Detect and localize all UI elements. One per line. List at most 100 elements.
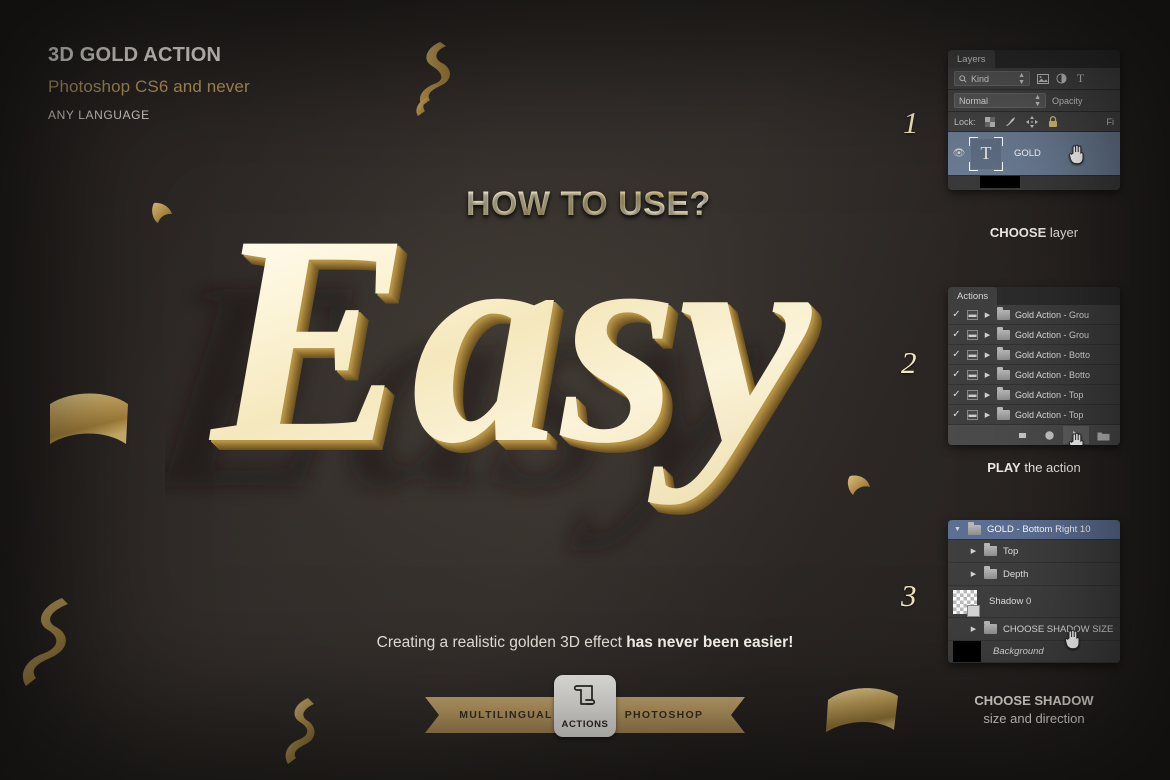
action-row[interactable]: ✓ ▬ ▶ Gold Action - Botto bbox=[948, 345, 1120, 365]
layers-lock-bar: Lock: Fi bbox=[948, 112, 1120, 132]
step-3-caption-bold: CHOOSE SHADOW bbox=[974, 693, 1094, 708]
layer-row-choose-shadow-size[interactable]: ▶ CHOOSE SHADOW SIZE bbox=[948, 618, 1120, 649]
chevron-right-icon[interactable]: ▶ bbox=[969, 570, 978, 578]
opacity-label: Opacity bbox=[1052, 95, 1083, 106]
move-lock-icon[interactable] bbox=[1026, 115, 1039, 128]
action-row[interactable]: ✓ ▬ ▶ Gold Action - Botto bbox=[948, 365, 1120, 385]
adjustment-icon[interactable] bbox=[1055, 72, 1068, 85]
tab-layers[interactable]: Layers bbox=[948, 50, 995, 68]
confetti-ribbon-bottom-left bbox=[22, 598, 68, 686]
layers-panel-tabstrip: Layers bbox=[948, 50, 1120, 68]
all-lock-icon[interactable] bbox=[1047, 115, 1060, 128]
folder-icon bbox=[997, 326, 1010, 340]
checkmark-icon[interactable]: ✓ bbox=[951, 389, 962, 400]
checkmark-icon[interactable]: ✓ bbox=[951, 349, 962, 360]
layer-row-background[interactable]: Background bbox=[948, 641, 1120, 663]
step-2-caption-light: the action bbox=[1020, 460, 1081, 475]
ribbon-right-band: PHOTOSHOP bbox=[595, 697, 745, 733]
action-row[interactable]: ✓ ▬ ▶ Gold Action - Grou bbox=[948, 305, 1120, 325]
header-block: 3D GOLD ACTION Photoshop CS6 and never A… bbox=[48, 44, 250, 122]
tab-actions[interactable]: Actions bbox=[948, 287, 998, 305]
eye-icon[interactable]: 👁 bbox=[952, 148, 966, 159]
chevron-right-icon[interactable]: ▶ bbox=[969, 547, 978, 555]
dialog-toggle-icon[interactable]: ▬ bbox=[967, 409, 978, 420]
folder-icon bbox=[997, 406, 1010, 420]
step-number-2: 2 bbox=[901, 345, 917, 380]
ribbon-left-band: MULTILINGUAL bbox=[425, 697, 575, 733]
record-icon[interactable] bbox=[1036, 426, 1062, 444]
layer-name: GOLD bbox=[1014, 148, 1041, 159]
type-icon[interactable]: T bbox=[1074, 71, 1087, 85]
action-name: Gold Action - Top bbox=[1015, 409, 1084, 420]
action-row[interactable]: ✓ ▬ ▶ Gold Action - Top bbox=[948, 405, 1120, 425]
play-icon[interactable] bbox=[1063, 426, 1089, 445]
chevron-right-icon[interactable]: ▶ bbox=[983, 331, 992, 339]
layer-row-shadow[interactable]: Shadow 0 bbox=[948, 586, 1120, 618]
layer-row-gold[interactable]: 👁 T GOLD bbox=[948, 132, 1120, 176]
chevron-down-icon[interactable]: ▼ bbox=[953, 526, 962, 533]
dialog-toggle-icon[interactable]: ▬ bbox=[967, 349, 978, 360]
checkmark-icon[interactable]: ✓ bbox=[951, 309, 962, 320]
step-1-caption-light: layer bbox=[1046, 225, 1079, 240]
action-row[interactable]: ✓ ▬ ▶ Gold Action - Top bbox=[948, 385, 1120, 405]
step-2-caption-bold: PLAY bbox=[987, 460, 1021, 475]
layer-row-top[interactable]: ▶ Top bbox=[948, 540, 1120, 563]
transparency-lock-icon[interactable] bbox=[984, 115, 997, 128]
transparent-thumbnail bbox=[953, 589, 980, 617]
actions-toolbar bbox=[948, 425, 1120, 445]
step-3-caption: CHOOSE SHADOW size and direction bbox=[948, 692, 1120, 727]
folder-icon bbox=[997, 366, 1010, 380]
new-folder-icon[interactable] bbox=[1090, 426, 1116, 444]
stepper-icon[interactable]: ▲ ▼ bbox=[1034, 94, 1041, 108]
confetti-ribbon-bottom-right bbox=[826, 688, 898, 732]
poster-canvas: Easy Easy Easy Easy Easy Easy Easy Easy … bbox=[0, 0, 1170, 780]
actions-panel-tabstrip: Actions bbox=[948, 287, 1120, 305]
checkmark-icon[interactable]: ✓ bbox=[951, 409, 962, 420]
chevron-right-icon[interactable]: ▶ bbox=[983, 391, 992, 399]
fill-label: Fi bbox=[1106, 116, 1115, 127]
confetti-ribbon-bottom-center bbox=[285, 698, 315, 764]
action-name: Gold Action - Grou bbox=[1015, 329, 1090, 340]
ribbon-left-label: MULTILINGUAL bbox=[459, 709, 553, 721]
action-name: Gold Action - Top bbox=[1015, 389, 1084, 400]
brush-lock-icon[interactable] bbox=[1005, 115, 1018, 128]
scroll-icon bbox=[573, 685, 596, 705]
tagline-bold: has never been easier! bbox=[626, 634, 794, 651]
layer-name: Top bbox=[1003, 545, 1019, 557]
chevron-right-icon[interactable]: ▶ bbox=[983, 411, 992, 419]
blend-mode-value: Normal bbox=[959, 95, 989, 106]
image-icon[interactable] bbox=[1036, 72, 1049, 85]
checkmark-icon[interactable]: ✓ bbox=[951, 329, 962, 340]
layer-row-depth[interactable]: ▶ Depth bbox=[948, 563, 1120, 586]
chevron-right-icon[interactable]: ▶ bbox=[969, 625, 978, 633]
page-note: ANY LANGUAGE bbox=[48, 108, 150, 122]
checkmark-icon[interactable]: ✓ bbox=[951, 369, 962, 380]
blend-mode-select[interactable]: Normal ▲ ▼ bbox=[954, 93, 1046, 108]
actions-panel[interactable]: Actions ✓ ▬ ▶ Gold Action - Grou ✓ ▬ ▶ G… bbox=[948, 287, 1120, 445]
layer-name: CHOOSE SHADOW SIZE bbox=[1003, 623, 1114, 635]
layer-group-head-row[interactable]: ▼ GOLD - Bottom Right 10 bbox=[948, 520, 1120, 540]
chevron-right-icon[interactable]: ▶ bbox=[983, 371, 992, 379]
step-1-caption: CHOOSE layer bbox=[948, 224, 1120, 242]
layer-kind-select[interactable]: Kind ▲ ▼ bbox=[954, 71, 1030, 86]
stop-icon[interactable] bbox=[1009, 426, 1035, 444]
ribbon-right-label: PHOTOSHOP bbox=[624, 709, 704, 721]
chevron-right-icon[interactable]: ▶ bbox=[983, 351, 992, 359]
folder-open-icon bbox=[968, 521, 981, 535]
dialog-toggle-icon[interactable]: ▬ bbox=[967, 309, 978, 320]
folder-icon bbox=[997, 386, 1010, 400]
page-title: 3D GOLD ACTION bbox=[48, 44, 222, 66]
layers-panel[interactable]: Layers Kind ▲ ▼ T Normal ▲ ▼ Opacity Loc… bbox=[948, 50, 1120, 190]
chevron-right-icon[interactable]: ▶ bbox=[983, 311, 992, 319]
layer-name: Shadow 0 bbox=[989, 596, 1032, 607]
step-2-caption: PLAY the action bbox=[948, 459, 1120, 477]
action-row[interactable]: ✓ ▬ ▶ Gold Action - Grou bbox=[948, 325, 1120, 345]
shadow-layers-panel[interactable]: ▼ GOLD - Bottom Right 10 ▶ Top ▶ Depth S… bbox=[948, 520, 1120, 663]
actions-badge-label: ACTIONS bbox=[561, 719, 609, 730]
folder-icon bbox=[984, 543, 997, 556]
dialog-toggle-icon[interactable]: ▬ bbox=[967, 389, 978, 400]
dialog-toggle-icon[interactable]: ▬ bbox=[967, 369, 978, 380]
dialog-toggle-icon[interactable]: ▬ bbox=[967, 329, 978, 340]
stepper-icon[interactable]: ▲ ▼ bbox=[1018, 72, 1025, 86]
layers-blend-toolbar: Normal ▲ ▼ Opacity bbox=[948, 90, 1120, 112]
